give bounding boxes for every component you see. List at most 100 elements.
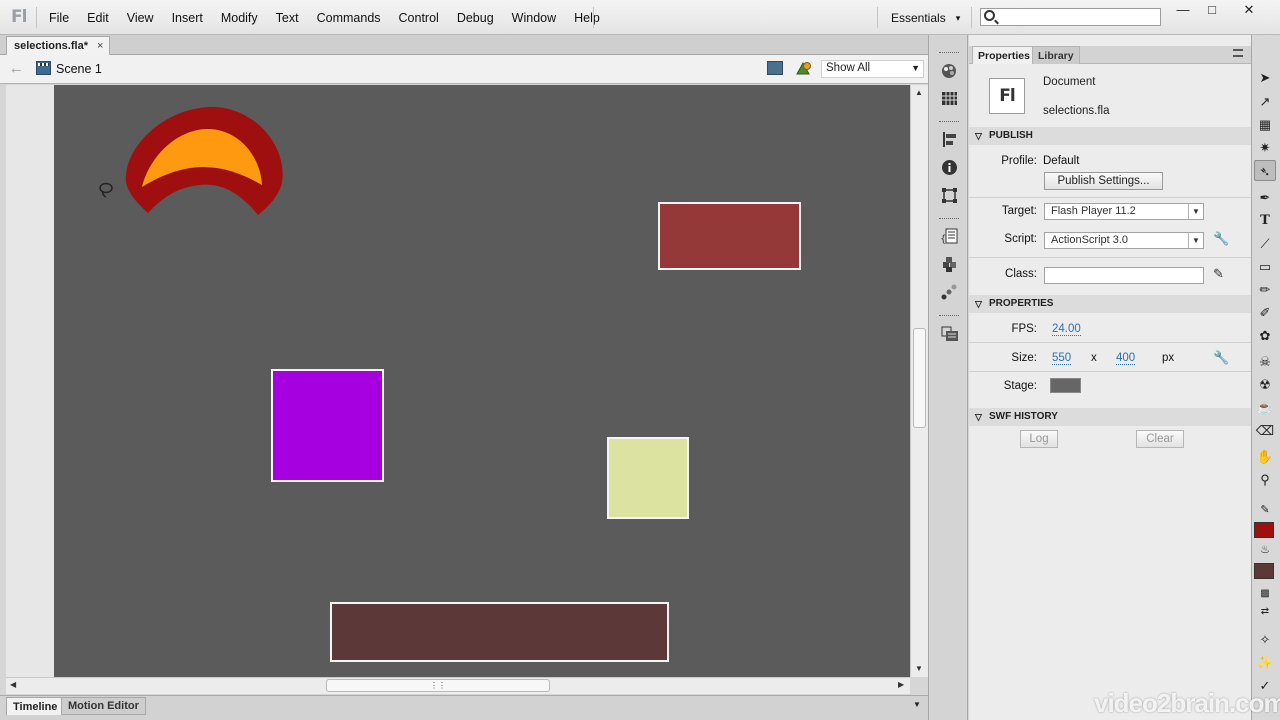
paint-bucket-tool-icon[interactable]: ☢ (1254, 374, 1276, 395)
components-icon[interactable] (940, 256, 959, 273)
panel-grip[interactable] (939, 218, 959, 220)
divider (969, 197, 1251, 198)
free-transform-tool-icon[interactable]: ▦ (1254, 114, 1276, 135)
3d-rotation-tool-icon[interactable]: ✷ (1254, 137, 1276, 158)
section-properties[interactable]: PROPERTIES (969, 295, 1251, 313)
menu-view[interactable]: View (118, 11, 163, 25)
size-separator: x (1091, 352, 1097, 364)
document-settings-wrench-icon[interactable]: 🔧 (1213, 350, 1229, 366)
zoom-select[interactable]: Show All ▼ (821, 60, 924, 78)
menu-control[interactable]: Control (390, 11, 448, 25)
eraser-tool-icon[interactable]: ⌫ (1254, 420, 1276, 441)
fill-color-swatch[interactable] (1254, 563, 1274, 579)
vertical-scrollbar[interactable]: ▲ ▼ (910, 85, 928, 677)
section-publish[interactable]: PUBLISH (969, 127, 1251, 145)
lasso-tool-icon[interactable]: ➴ (1254, 160, 1276, 181)
stage-color-swatch[interactable] (1050, 378, 1081, 393)
rust-rectangle[interactable] (658, 202, 801, 270)
horizontal-scroll-thumb[interactable]: ⋮⋮ (326, 679, 550, 692)
menu-modify[interactable]: Modify (212, 11, 267, 25)
pencil-tool-icon[interactable]: ✏ (1254, 279, 1276, 300)
tab-motion-editor[interactable]: Motion Editor (61, 697, 146, 715)
bone-tool-icon[interactable]: ☠ (1254, 351, 1276, 372)
target-select[interactable]: Flash Player 11.2 ▼ (1044, 203, 1204, 220)
menu-window[interactable]: Window (503, 11, 565, 25)
color-icon[interactable] (940, 62, 959, 79)
close-tab-button[interactable]: × (97, 40, 103, 52)
rectangle-tool-icon[interactable]: ▭ (1254, 256, 1276, 277)
swap-colors-icon[interactable]: ⇄ (1254, 601, 1276, 622)
menu-file[interactable]: File (40, 11, 78, 25)
help-search-box[interactable] (980, 8, 1161, 26)
deco-tool-icon[interactable]: ✿ (1254, 325, 1276, 346)
actionscript-settings-wrench-icon[interactable]: 🔧 (1213, 231, 1229, 247)
panel-grip[interactable] (939, 121, 959, 123)
stage-canvas[interactable] (54, 85, 910, 677)
properties-panel: Properties Library Fl Document selection… (969, 35, 1251, 720)
align-icon[interactable] (940, 131, 959, 148)
brush-tool-icon[interactable]: ✐ (1254, 302, 1276, 323)
hand-tool-icon[interactable]: ✋ (1254, 446, 1276, 467)
menu-insert[interactable]: Insert (163, 11, 212, 25)
stroke-color-swatch[interactable] (1254, 522, 1274, 538)
motion-presets-icon[interactable] (940, 284, 959, 301)
info-icon[interactable] (940, 159, 959, 176)
clear-button[interactable]: Clear (1136, 430, 1184, 448)
tab-library[interactable]: Library (1032, 46, 1080, 64)
minimize-button[interactable]: — (1168, 2, 1198, 20)
scene-breadcrumb[interactable]: Scene 1 (56, 62, 102, 76)
swatches-icon[interactable] (940, 90, 959, 107)
edit-scene-icon[interactable] (767, 61, 783, 75)
smooth-icon[interactable]: ✨ (1254, 652, 1276, 673)
eyedropper-tool-icon[interactable]: ☕ (1254, 397, 1276, 418)
workspace-switcher[interactable]: Essentials ▾ (883, 8, 968, 28)
subselection-tool-icon[interactable]: ↗ (1254, 91, 1276, 112)
tab-properties[interactable]: Properties (972, 46, 1036, 64)
search-input[interactable] (1001, 9, 1159, 25)
line-tool-icon[interactable]: ⟋ (1254, 233, 1276, 254)
panel-grip[interactable] (939, 52, 959, 54)
dark-brown-rectangle[interactable] (330, 602, 669, 662)
pale-yellow-square[interactable] (607, 437, 689, 519)
menu-debug[interactable]: Debug (448, 11, 503, 25)
back-arrow-icon[interactable]: ⭠ (11, 62, 21, 78)
tab-timeline[interactable]: Timeline (6, 697, 65, 715)
snap-to-objects-icon[interactable]: ✧ (1254, 629, 1276, 650)
close-window-button[interactable]: ✕ (1234, 2, 1264, 20)
scroll-up-arrow[interactable]: ▲ (915, 88, 923, 97)
publish-settings-button[interactable]: Publish Settings... (1044, 172, 1163, 190)
pen-tool-icon[interactable]: ✒ (1254, 187, 1276, 208)
fps-value[interactable]: 24.00 (1052, 323, 1081, 336)
class-input[interactable] (1044, 267, 1204, 284)
scroll-left-arrow[interactable]: ◀ (10, 680, 16, 689)
script-select[interactable]: ActionScript 3.0 ▼ (1044, 232, 1204, 249)
width-value[interactable]: 550 (1052, 352, 1072, 365)
maximize-button[interactable]: □ (1197, 2, 1227, 20)
vertical-scroll-thumb[interactable] (913, 328, 926, 428)
text-tool-icon[interactable]: T (1254, 210, 1276, 231)
pasteboard[interactable] (6, 85, 910, 677)
menu-text[interactable]: Text (267, 11, 308, 25)
transform-icon[interactable] (940, 187, 959, 204)
edit-symbols-icon[interactable] (795, 60, 813, 76)
scroll-down-arrow[interactable]: ▼ (915, 664, 923, 673)
edit-class-pencil-icon[interactable]: ✎ (1213, 266, 1224, 282)
panel-menu-icon[interactable] (1233, 49, 1243, 57)
purple-square[interactable] (271, 369, 384, 482)
document-tab[interactable]: selections.fla* × (6, 36, 111, 55)
zoom-tool-icon[interactable]: ⚲ (1254, 469, 1276, 490)
scroll-right-arrow[interactable]: ▶ (898, 680, 904, 689)
project-icon[interactable] (940, 325, 959, 342)
panel-grip[interactable] (939, 315, 959, 317)
height-value[interactable]: 400 (1116, 352, 1136, 365)
arc-shape[interactable] (118, 105, 288, 217)
selection-tool-icon[interactable]: ➤ (1254, 67, 1276, 88)
section-swf-history[interactable]: SWF HISTORY (969, 408, 1251, 426)
menu-commands[interactable]: Commands (308, 11, 390, 25)
log-button[interactable]: Log (1020, 430, 1058, 448)
menu-help[interactable]: Help (565, 11, 609, 25)
collapse-panel-icon[interactable]: ▼ (913, 700, 921, 709)
code-snippets-icon[interactable]: { (940, 228, 959, 245)
menu-edit[interactable]: Edit (78, 11, 118, 25)
horizontal-scrollbar[interactable]: ◀ ⋮⋮ ▶ (6, 677, 910, 694)
